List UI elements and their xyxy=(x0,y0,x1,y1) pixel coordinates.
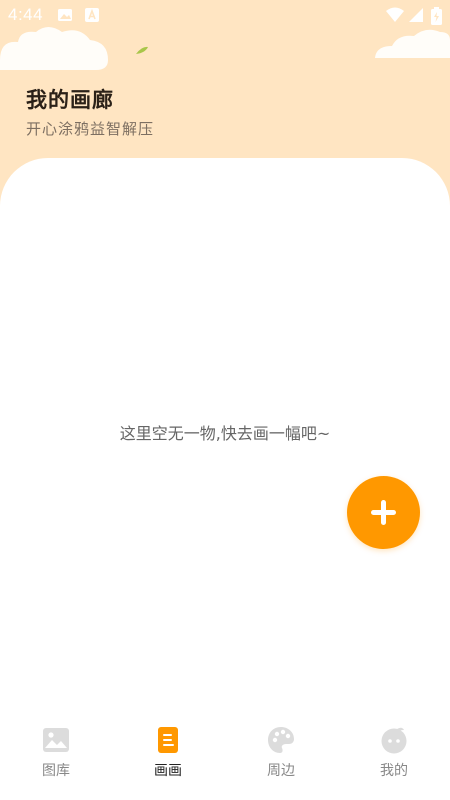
palette-icon xyxy=(268,727,294,753)
tab-label: 我的 xyxy=(380,763,408,779)
page-subtitle: 开心涂鸦益智解压 xyxy=(26,120,155,138)
empty-state-message: 这里空无一物,快去画一幅吧~ xyxy=(119,424,331,443)
page-title: 我的画廊 xyxy=(26,88,114,112)
tab-label: 周边 xyxy=(267,763,295,779)
tab-label: 画画 xyxy=(154,763,182,779)
tab-nearby[interactable]: 周边 xyxy=(225,715,337,800)
gallery-icon xyxy=(43,728,69,752)
tab-label: 图库 xyxy=(42,763,70,779)
tab-draw[interactable]: 画画 xyxy=(112,715,224,800)
tab-gallery[interactable]: 图库 xyxy=(0,715,112,800)
add-drawing-button[interactable] xyxy=(347,476,420,549)
draw-icon xyxy=(158,727,178,753)
tab-mine[interactable]: 我的 xyxy=(338,715,450,800)
profile-icon xyxy=(381,727,407,754)
bottom-tab-bar: 图库 画画 周边 我的 xyxy=(0,715,450,800)
cloud-decoration xyxy=(0,27,450,70)
